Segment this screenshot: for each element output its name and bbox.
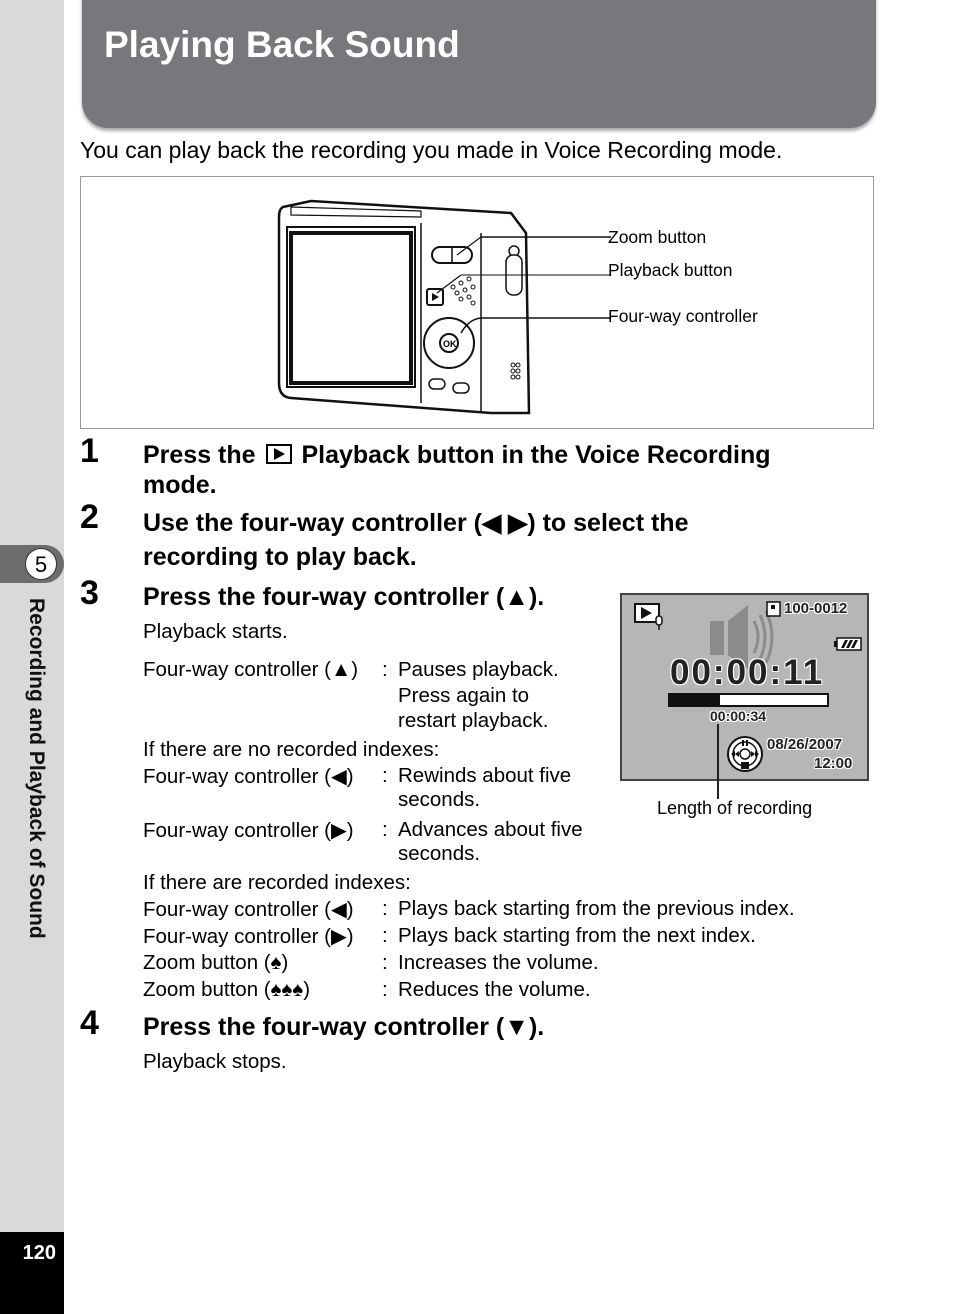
index-heading: If there are recorded indexes: [143, 871, 411, 894]
no-index-heading: If there are no recorded indexes: [143, 738, 440, 761]
step-1-text-a: Press the [143, 441, 256, 469]
playback-progress-bar [668, 693, 829, 707]
callout-leader-line [717, 724, 719, 799]
control-key: Zoom button (♠♠♠) [143, 978, 311, 1001]
step-1-text-c: mode. [143, 471, 217, 499]
step-2-line-1: Use the four-way controller (◀ ▶) to sel… [143, 509, 689, 537]
colon: : [382, 818, 388, 841]
chapter-tab: 5 [0, 545, 64, 583]
step-2-text: Use the four-way controller (◀ ▶) to sel… [143, 506, 688, 574]
intro-text: You can play back the recording you made… [80, 137, 783, 163]
step-3-heading: Press the four-way controller (▲). [143, 583, 545, 611]
control-key: Four-way controller (▶) [143, 819, 354, 842]
control-value: Plays back starting from the next index. [398, 924, 756, 947]
playback-icon [265, 444, 292, 464]
colon: : [382, 951, 388, 974]
page-number-block: 120 [0, 1232, 64, 1314]
step-2-number: 2 [80, 498, 99, 536]
title-banner: Playing Back Sound [82, 0, 876, 128]
page-title: Playing Back Sound [104, 24, 460, 65]
control-value: Pauses playback. Press again to restart … [398, 658, 559, 732]
step-3-number: 3 [80, 574, 99, 612]
control-key: Four-way controller (▶) [143, 925, 354, 948]
ok-label: OK [443, 339, 457, 349]
control-value: Advances about five seconds. [398, 818, 583, 865]
colon: : [382, 764, 388, 787]
playback-progress-fill [670, 695, 721, 705]
page-number: 120 [22, 1242, 56, 1264]
control-value: Plays back starting from the previous in… [398, 897, 795, 920]
battery-icon [834, 637, 862, 651]
control-key: Four-way controller (◀) [143, 765, 354, 788]
memory-card-icon [766, 601, 781, 617]
step-4-number: 4 [80, 1004, 99, 1042]
control-value: Increases the volume. [398, 951, 599, 974]
voice-playback-mode-icon [634, 603, 663, 630]
camera-back-illustration: OK [277, 199, 611, 415]
colon: : [382, 897, 388, 920]
elapsed-time: 00:00:11 [670, 653, 825, 692]
control-value: Reduces the volume. [398, 978, 591, 1001]
colon: : [382, 658, 388, 681]
lcd-screen: 100-0012 00:00:11 00:00:34 08/26/2007 12… [620, 593, 869, 781]
camera-figure: OK Zoom button Playback button Four-way … [80, 176, 874, 429]
step-2-line-2: recording to play back. [143, 543, 417, 571]
recording-date: 08/26/2007 [767, 736, 843, 753]
callout-four-way-controller: Four-way controller [608, 306, 758, 326]
file-number: 100-0012 [784, 600, 848, 617]
colon: : [382, 978, 388, 1001]
chapter-title: Recording and Playback of Sound [25, 598, 48, 939]
recording-time: 12:00 [814, 755, 853, 772]
step-1-text-b: Playback button in the Voice Recording [301, 441, 771, 469]
step-4-heading: Press the four-way controller (▼). [143, 1013, 545, 1041]
callout-zoom-button: Zoom button [608, 227, 707, 247]
callout-playback-button: Playback button [608, 260, 733, 280]
step-3-result: Playback starts. [143, 620, 288, 643]
control-key: Four-way controller (◀) [143, 898, 354, 921]
length-of-recording-caption: Length of recording [657, 798, 813, 818]
four-way-controller-guide-icon [727, 736, 763, 772]
chapter-number: 5 [25, 548, 57, 580]
control-key: Four-way controller (▲) [143, 658, 359, 681]
colon: : [382, 924, 388, 947]
control-key: Zoom button (♠) [143, 951, 289, 974]
step-1-number: 1 [80, 432, 99, 470]
step-4-result: Playback stops. [143, 1050, 287, 1073]
total-length: 00:00:34 [710, 708, 767, 724]
step-1-text: Press the Playback button in the Voice R… [143, 440, 771, 500]
control-value: Rewinds about five seconds. [398, 764, 572, 811]
